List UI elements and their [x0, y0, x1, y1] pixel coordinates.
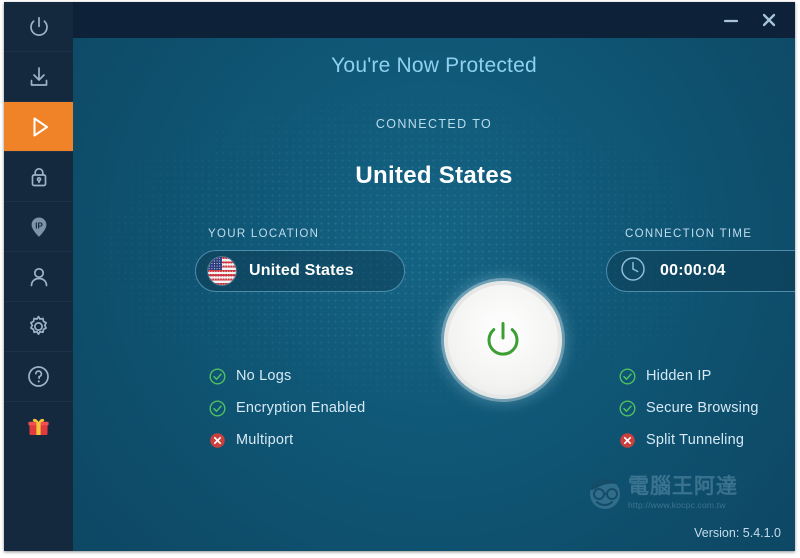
- power-icon: [487, 322, 519, 356]
- location-value: United States: [249, 262, 354, 279]
- power-toggle-button[interactable]: [444, 281, 562, 399]
- location-selector[interactable]: United States: [195, 250, 405, 292]
- ip-pin-icon: IP: [26, 214, 52, 240]
- feature-list-right: Hidden IP Secure Browsing Split Tunnelin…: [619, 360, 759, 456]
- sidebar-item-ip[interactable]: IP: [4, 202, 73, 251]
- title-bar: [73, 2, 795, 38]
- check-circle-icon: [619, 367, 636, 385]
- sidebar-item-account[interactable]: [4, 252, 73, 301]
- minimize-button[interactable]: [719, 10, 743, 30]
- sidebar-item-connect[interactable]: [4, 102, 73, 151]
- feature-item: Split Tunneling: [619, 424, 759, 456]
- sidebar-item-rewards[interactable]: [4, 402, 73, 451]
- close-button[interactable]: [757, 10, 781, 30]
- connected-country: United States: [355, 162, 513, 189]
- gift-icon: [25, 413, 52, 440]
- check-circle-icon: [619, 399, 636, 417]
- sidebar-item-help[interactable]: [4, 352, 73, 401]
- check-circle-icon: [209, 367, 226, 385]
- connected-to-label: CONNECTED TO: [375, 117, 493, 131]
- check-circle-icon: [209, 399, 226, 417]
- minimize-icon: [723, 19, 739, 23]
- x-circle-icon: [620, 432, 635, 448]
- feature-label: Hidden IP: [646, 368, 712, 384]
- version-label: Version: 5.4.1.0: [694, 526, 781, 540]
- feature-label: Secure Browsing: [646, 400, 759, 416]
- your-location-label: YOUR LOCATION: [208, 228, 320, 240]
- us-flag-icon: [208, 257, 236, 285]
- feature-item: Secure Browsing: [619, 392, 759, 424]
- watermark-face-icon: [590, 478, 620, 509]
- feature-label: Split Tunneling: [646, 432, 745, 448]
- connection-time-panel: 00:00:04: [606, 250, 795, 292]
- sidebar-item-settings[interactable]: [4, 302, 73, 351]
- connection-time-label: CONNECTION TIME: [625, 228, 753, 240]
- feature-label: No Logs: [236, 368, 292, 384]
- site-watermark: 電腦王阿達 http://www.kocpc.com.tw: [585, 471, 785, 515]
- close-icon: [762, 13, 776, 27]
- svg-text:IP: IP: [35, 221, 43, 230]
- x-circle-icon: [210, 432, 225, 448]
- watermark-title: 電腦王阿達: [628, 475, 738, 498]
- feature-item: Multiport: [209, 424, 365, 456]
- feature-item: Encryption Enabled: [209, 392, 365, 424]
- sidebar-item-power[interactable]: [4, 2, 73, 51]
- power-icon: [26, 14, 52, 40]
- download-icon: [26, 64, 52, 90]
- watermark-url: http://www.kocpc.com.tw: [628, 500, 726, 510]
- help-icon: [25, 363, 52, 390]
- play-icon: [25, 113, 53, 141]
- sidebar-item-security[interactable]: [4, 152, 73, 201]
- app-window: IP You're Now Protected CONNECTED TO Uni…: [4, 2, 795, 551]
- feature-label: Encryption Enabled: [236, 400, 366, 416]
- user-icon: [26, 264, 52, 290]
- feature-item: No Logs: [209, 360, 365, 392]
- main-content: You're Now Protected CONNECTED TO United…: [73, 38, 795, 551]
- feature-item: Hidden IP: [619, 360, 759, 392]
- sidebar: IP: [4, 2, 74, 551]
- lock-icon: [26, 164, 52, 190]
- gear-icon: [25, 313, 52, 340]
- page-title: You're Now Protected: [331, 54, 537, 77]
- connection-time-value: 00:00:04: [660, 262, 726, 279]
- feature-label: Multiport: [236, 432, 294, 448]
- clock-icon: [619, 255, 647, 288]
- sidebar-item-download[interactable]: [4, 52, 73, 101]
- feature-list-left: No Logs Encryption Enabled Multiport: [209, 360, 365, 456]
